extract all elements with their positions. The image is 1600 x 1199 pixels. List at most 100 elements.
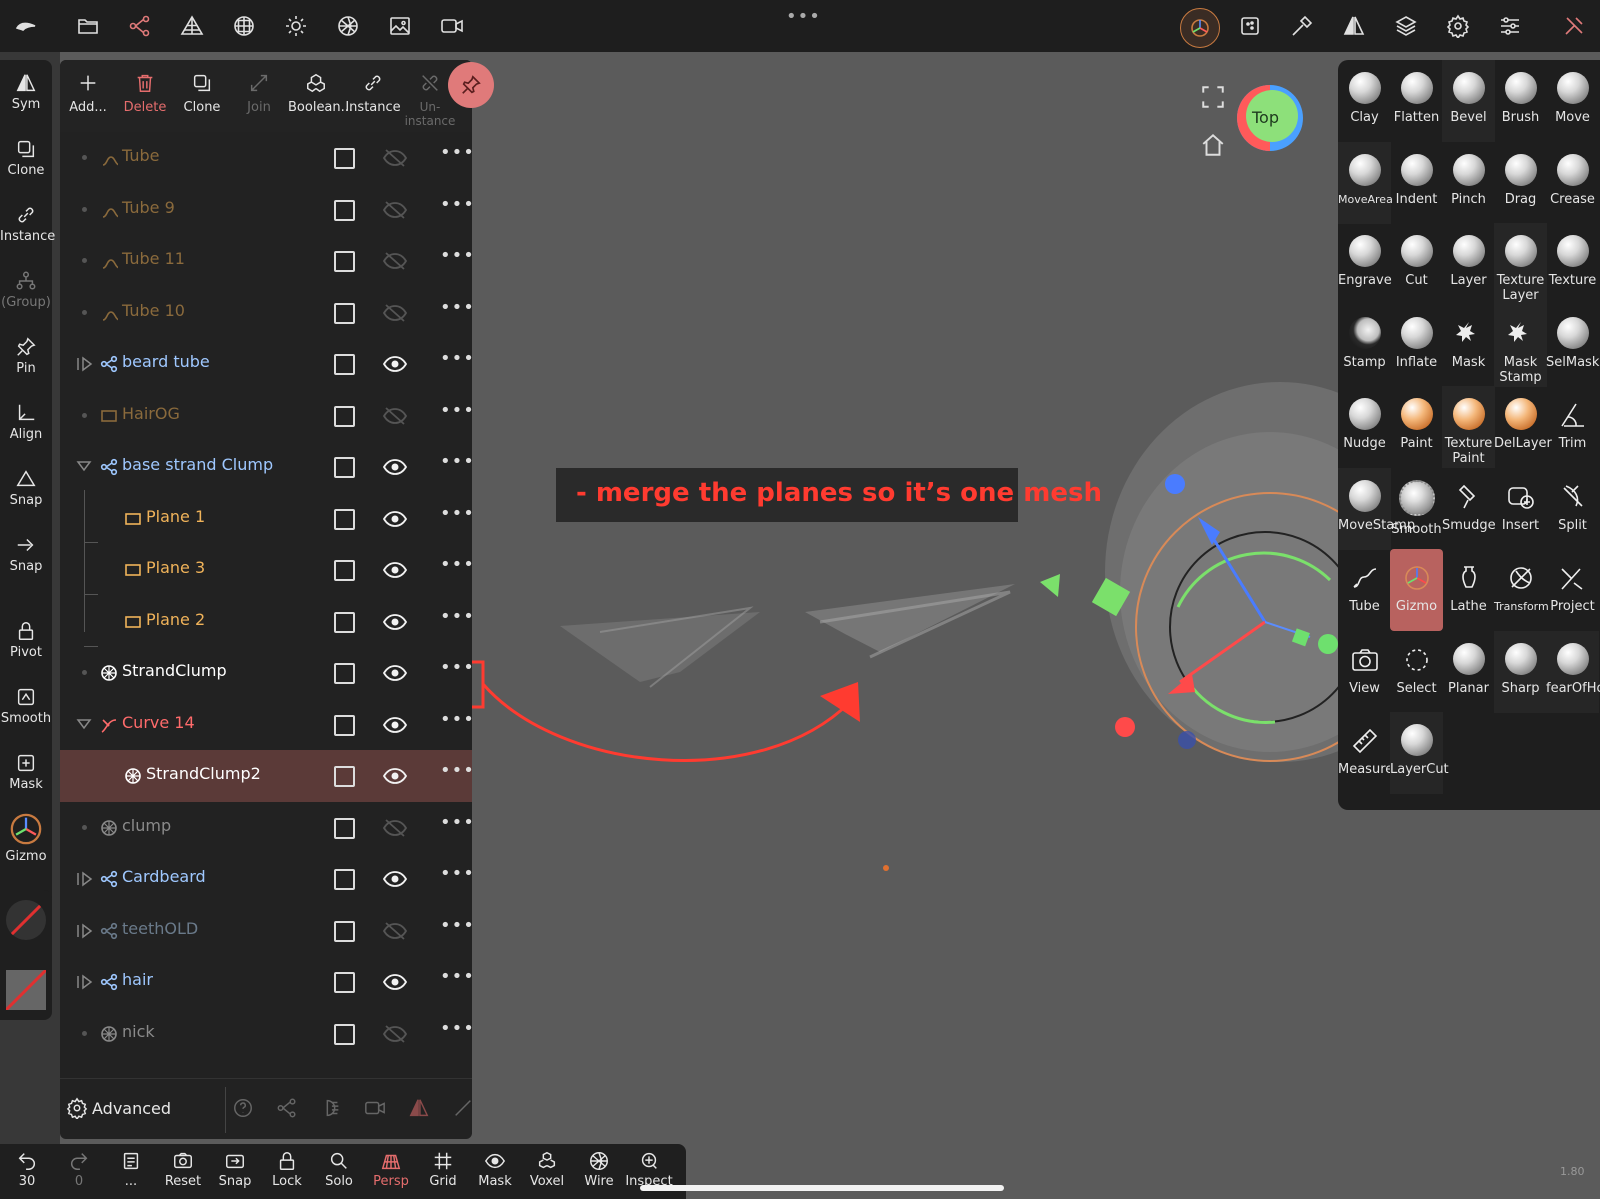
row-more-icon[interactable]: ••• [440, 606, 475, 627]
align-button[interactable]: Align [0, 402, 52, 442]
collapse-icon[interactable] [76, 458, 92, 476]
instance-button[interactable]: Instance [0, 204, 55, 244]
eye-icon[interactable] [382, 611, 408, 633]
notes-button[interactable]: ... [106, 1150, 156, 1189]
tool-project[interactable]: Project [1546, 549, 1599, 631]
scene-row[interactable]: StrandClump2 ••• [60, 750, 474, 802]
row-select-checkbox[interactable] [334, 920, 355, 942]
scene-row[interactable]: Curve 14 ••• [60, 699, 474, 751]
collapse-icon[interactable] [76, 716, 92, 734]
tool-trim[interactable]: Trim [1546, 386, 1599, 468]
help-icon[interactable] [232, 1097, 254, 1119]
eye-off-icon[interactable] [382, 405, 408, 427]
fullscreen-icon[interactable] [1200, 84, 1226, 110]
row-more-icon[interactable]: ••• [440, 1018, 475, 1039]
eye-off-icon[interactable] [382, 147, 408, 169]
tool-planar[interactable]: Planar [1442, 631, 1495, 713]
light-icon[interactable] [320, 1097, 342, 1119]
row-more-icon[interactable]: ••• [440, 657, 475, 678]
camera-icon[interactable] [436, 10, 468, 42]
scene-row[interactable]: StrandClump ••• [60, 647, 475, 699]
tool-lathe[interactable]: Lathe [1442, 549, 1495, 631]
scene-row[interactable]: beard tube ••• [60, 338, 474, 390]
row-more-icon[interactable]: ••• [440, 863, 475, 884]
home-indicator[interactable] [640, 1185, 1004, 1191]
gizmo-orbit-icon[interactable] [1180, 8, 1220, 48]
row-more-icon[interactable]: ••• [440, 503, 475, 524]
scene-row[interactable]: Plane 2 ••• [60, 596, 475, 648]
expand-icon[interactable] [76, 922, 93, 940]
row-select-checkbox[interactable] [334, 457, 355, 478]
0-button[interactable]: 0 [54, 1150, 104, 1189]
expand-icon[interactable] [76, 355, 93, 373]
tool-gizmo[interactable]: Gizmo [1390, 549, 1443, 631]
tool-view[interactable]: View [1338, 631, 1391, 713]
eye-off-icon[interactable] [382, 302, 408, 324]
row-more-icon[interactable]: ••• [440, 451, 475, 472]
tool-engrave[interactable]: Engrave [1338, 223, 1392, 305]
tool-movearea[interactable]: MoveArea [1338, 141, 1393, 224]
snap-button[interactable]: Snap [210, 1150, 260, 1189]
eye-icon[interactable] [382, 971, 408, 993]
scene-row[interactable]: clump ••• [60, 802, 474, 854]
sliders-icon[interactable] [1494, 10, 1526, 42]
mask-button[interactable]: Mask [470, 1150, 520, 1189]
tool-split[interactable]: Split [1546, 468, 1599, 550]
tool-measure[interactable]: Measure [1338, 712, 1393, 794]
grid-button[interactable]: Grid [418, 1150, 468, 1189]
group-button[interactable]: (Group) [0, 270, 52, 310]
row-select-checkbox[interactable] [334, 251, 355, 272]
tool-drag[interactable]: Drag [1494, 142, 1547, 224]
reset-button[interactable]: Reset [158, 1150, 208, 1189]
eye-icon[interactable] [382, 868, 408, 890]
row-more-icon[interactable]: ••• [440, 245, 475, 266]
color-swatch-secondary[interactable] [6, 970, 46, 1010]
add-button[interactable]: Add... [60, 72, 116, 115]
tool-layercut[interactable]: LayerCut [1390, 712, 1449, 794]
line-icon[interactable] [452, 1097, 474, 1119]
eye-icon[interactable] [382, 662, 408, 684]
tool-mask-stamp[interactable]: Mask Stamp [1494, 304, 1547, 387]
row-select-checkbox[interactable] [334, 766, 355, 787]
tool-layer[interactable]: Layer [1442, 223, 1495, 305]
row-more-icon[interactable]: ••• [440, 297, 475, 318]
scene-row[interactable]: Tube ••• [60, 132, 474, 184]
voxel-button[interactable]: Voxel [522, 1150, 572, 1189]
tool-texture-paint[interactable]: Texture Paint [1442, 386, 1495, 468]
row-select-checkbox[interactable] [334, 199, 355, 221]
dotted-square-icon[interactable] [1234, 10, 1266, 42]
row-select-checkbox[interactable] [334, 869, 355, 890]
row-select-checkbox[interactable] [334, 508, 355, 530]
tool-flatten[interactable]: Flatten [1390, 60, 1443, 142]
row-select-checkbox[interactable] [334, 1023, 355, 1045]
scene-row[interactable]: base strand Clump ••• [60, 441, 475, 493]
tool-movestamp[interactable]: MoveStamp [1338, 467, 1415, 550]
expand-icon[interactable] [76, 973, 93, 991]
eye-icon[interactable] [382, 456, 408, 478]
eye-icon[interactable] [382, 353, 408, 375]
tool-fearofholw[interactable]: fearOfHolw [1546, 630, 1600, 713]
row-more-icon[interactable]: ••• [440, 915, 475, 936]
row-select-checkbox[interactable] [334, 148, 355, 169]
solo-button[interactable]: Solo [314, 1150, 364, 1189]
clone-button[interactable]: Clone [0, 138, 52, 178]
scene-row[interactable]: hair ••• [60, 956, 474, 1008]
color-swatch-primary[interactable] [6, 900, 46, 940]
hammer-icon[interactable] [1286, 10, 1318, 42]
tools-icon[interactable] [1558, 10, 1590, 42]
tool-selmask[interactable]: SelMask [1546, 305, 1599, 387]
row-select-checkbox[interactable] [334, 817, 355, 839]
scene-row[interactable]: teethOLD ••• [60, 905, 475, 957]
snap-move-button[interactable]: Snap [0, 534, 52, 574]
boolean-button[interactable]: Boolean... [288, 72, 353, 115]
pivot-button[interactable]: Pivot [0, 620, 52, 660]
pin-panel-button[interactable] [448, 62, 494, 108]
scene-row[interactable]: Cardbeard ••• [60, 853, 475, 905]
tool-crease[interactable]: Crease [1546, 142, 1599, 224]
join-button[interactable]: Join [231, 72, 287, 115]
scene-row[interactable]: Tube 10 ••• [60, 287, 475, 339]
scene-row[interactable]: Tube 11 ••• [60, 235, 475, 287]
folder-icon[interactable] [72, 10, 104, 42]
tool-dellayer[interactable]: DelLayer [1494, 386, 1552, 468]
row-select-checkbox[interactable] [334, 560, 355, 581]
